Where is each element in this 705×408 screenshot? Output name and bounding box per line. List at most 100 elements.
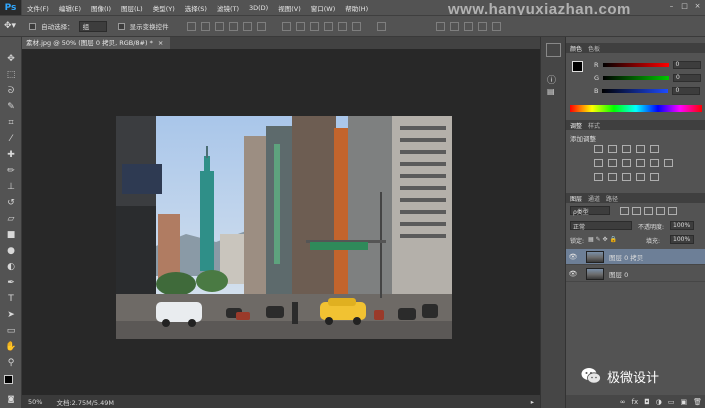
layer-row[interactable]: 👁 图层 0 [566,266,705,282]
distribute-left-icon[interactable] [323,21,333,31]
color-lookup-icon[interactable] [664,159,673,167]
eraser-tool-icon[interactable]: ▱ [5,213,17,225]
show-transform-checkbox[interactable] [117,22,125,30]
opacity-value[interactable]: 100% [670,221,694,230]
layer-name[interactable]: 图层 0 拷贝 [609,252,643,262]
tab-channels[interactable]: 通道 [588,194,600,203]
tab-swatches[interactable]: 色板 [588,44,600,53]
menu-filter[interactable]: 滤镜(T) [212,3,244,13]
red-value[interactable]: 0 [672,61,701,69]
healing-brush-tool-icon[interactable]: ✚ [5,149,17,161]
menu-window[interactable]: 窗口(W) [306,3,341,13]
menu-3d[interactable]: 3D(D) [244,4,273,12]
filter-type-icon[interactable] [644,207,653,215]
menu-view[interactable]: 视图(V) [273,3,306,13]
auto-select-dropdown[interactable]: 组 [78,20,107,32]
crop-tool-icon[interactable]: ⌗ [5,117,17,129]
lock-icons[interactable]: ▦ ✎ ✥ 🔒 [588,236,617,243]
align-top-icon[interactable] [186,21,196,31]
3d-mode-rotate-icon[interactable] [435,21,445,31]
path-select-tool-icon[interactable]: ➤ [5,309,17,321]
3d-mode-roll-icon[interactable] [449,21,459,31]
menu-image[interactable]: 图像(I) [86,3,116,13]
layer-style-icon[interactable]: fx [632,398,639,406]
blue-slider[interactable] [602,89,669,93]
3d-mode-scale-icon[interactable] [491,21,501,31]
distribute-bottom-icon[interactable] [309,21,319,31]
layer-filter-dropdown[interactable]: ρ类型 [570,206,610,216]
align-vcenter-icon[interactable] [200,21,210,31]
color-balance-icon[interactable] [608,159,617,167]
blur-tool-icon[interactable]: ● [5,245,17,257]
new-group-icon[interactable]: ▭ [668,398,675,406]
tab-styles[interactable]: 样式 [588,121,600,130]
minimize-icon[interactable]: – [667,2,676,11]
visibility-eye-icon[interactable]: 👁 [566,270,580,278]
levels-icon[interactable] [608,145,617,153]
exposure-icon[interactable] [636,145,645,153]
brightness-contrast-icon[interactable] [594,145,603,153]
pen-tool-icon[interactable]: ✒ [5,277,17,289]
green-slider[interactable] [603,76,670,80]
gradient-map-icon[interactable] [636,173,645,181]
move-tool-icon[interactable]: ✥ [5,53,17,65]
layer-name[interactable]: 图层 0 [609,269,628,279]
new-layer-icon[interactable]: ▣ [680,398,687,406]
gradient-tool-icon[interactable]: ■ [5,229,17,241]
3d-mode-drag-icon[interactable] [463,21,473,31]
blue-value[interactable]: 0 [672,87,701,95]
quick-select-tool-icon[interactable]: ✎ [5,101,17,113]
filter-smart-object-icon[interactable] [668,207,677,215]
fill-value[interactable]: 100% [670,235,694,244]
threshold-icon[interactable] [622,173,631,181]
shape-tool-icon[interactable]: ▭ [5,325,17,337]
align-bottom-icon[interactable] [214,21,224,31]
blend-mode-dropdown[interactable]: 正常 [570,221,632,231]
auto-select-checkbox[interactable] [29,22,37,30]
3d-mode-slide-icon[interactable] [477,21,487,31]
zoom-tool-icon[interactable]: ⚲ [5,357,17,369]
quick-mask-icon[interactable]: ◙ [5,393,17,405]
marquee-tool-icon[interactable]: ⬚ [5,69,17,81]
channel-mixer-icon[interactable] [650,159,659,167]
color-foreground-swatch[interactable] [572,61,583,72]
hand-tool-icon[interactable]: ✋ [5,341,17,353]
properties-icon[interactable]: ▤ [547,87,555,96]
close-window-icon[interactable]: × [693,2,702,11]
document-image[interactable] [116,116,452,339]
distribute-top-icon[interactable] [281,21,291,31]
filter-adjustment-icon[interactable] [632,207,641,215]
document-tab[interactable]: 素材.jpg @ 50% (图层 0 拷贝, RGB/8#) * × [22,37,170,49]
zoom-level[interactable]: 50% [28,398,42,406]
hue-saturation-icon[interactable] [594,159,603,167]
type-tool-icon[interactable]: T [5,293,17,305]
maximize-icon[interactable]: □ [680,2,689,11]
menu-select[interactable]: 选择(S) [180,3,212,13]
info-icon[interactable]: ⓘ [547,73,556,86]
align-right-icon[interactable] [256,21,266,31]
move-tool-preset-icon[interactable]: ✥▾ [4,21,16,31]
new-adjustment-icon[interactable]: ◑ [656,398,662,406]
dodge-tool-icon[interactable]: ◐ [5,261,17,273]
brush-tool-icon[interactable]: ✏ [5,165,17,177]
curves-icon[interactable] [622,145,631,153]
history-brush-tool-icon[interactable]: ↺ [5,197,17,209]
link-layers-icon[interactable]: ∞ [620,398,626,406]
close-tab-icon[interactable]: × [158,39,163,47]
lasso-tool-icon[interactable]: ᘐ [5,85,17,97]
menu-type[interactable]: 类型(Y) [148,3,180,13]
tab-color[interactable]: 颜色 [570,44,582,53]
green-value[interactable]: 0 [673,74,702,82]
menu-help[interactable]: 帮助(H) [340,3,373,13]
filter-shape-icon[interactable] [656,207,665,215]
auto-align-icon[interactable] [376,21,386,31]
selective-color-icon[interactable] [650,173,659,181]
distribute-vcenter-icon[interactable] [295,21,305,31]
visibility-eye-icon[interactable]: 👁 [566,253,580,261]
invert-icon[interactable] [594,173,603,181]
menu-layer[interactable]: 图层(L) [116,3,148,13]
foreground-color-swatch[interactable] [4,375,13,384]
tab-adjustments[interactable]: 调整 [570,121,582,130]
menu-edit[interactable]: 编辑(E) [54,3,86,13]
photo-filter-icon[interactable] [636,159,645,167]
